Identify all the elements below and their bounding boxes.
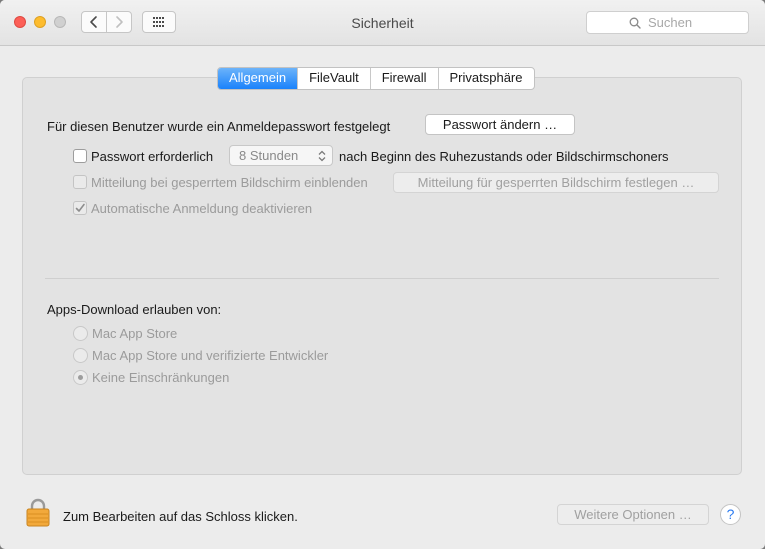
security-preferences-window: Sicherheit Allgemein FileVault Firewall … bbox=[0, 0, 765, 549]
require-password-checkbox[interactable] bbox=[73, 149, 87, 163]
auto-login-checkbox[interactable] bbox=[73, 201, 87, 215]
settings-panel bbox=[22, 77, 742, 475]
lock-icon[interactable] bbox=[26, 497, 50, 527]
radio-identified-developers[interactable] bbox=[73, 348, 88, 363]
radio-anywhere[interactable] bbox=[73, 370, 88, 385]
search-input[interactable] bbox=[646, 14, 748, 31]
radio-anywhere-label: Keine Einschränkungen bbox=[92, 370, 230, 385]
require-delay-popup[interactable]: 8 Stunden bbox=[229, 145, 333, 166]
radio-identified-developers-label: Mac App Store und verifizierte Entwickle… bbox=[92, 348, 329, 363]
section-divider bbox=[45, 278, 719, 279]
radio-mac-app-store[interactable] bbox=[73, 326, 88, 341]
more-options-button[interactable]: Weitere Optionen … bbox=[557, 504, 709, 525]
title-bar: Sicherheit bbox=[0, 0, 765, 46]
tab-firewall[interactable]: Firewall bbox=[369, 68, 438, 89]
require-password-suffix: nach Beginn des Ruhezustands oder Bildsc… bbox=[339, 149, 669, 164]
require-delay-value: 8 Stunden bbox=[239, 148, 299, 163]
password-set-text: Für diesen Benutzer wurde ein Anmeldepas… bbox=[47, 119, 391, 134]
search-icon bbox=[629, 17, 641, 29]
change-password-button[interactable]: Passwort ändern … bbox=[425, 114, 575, 135]
tab-allgemein[interactable]: Allgemein bbox=[218, 68, 298, 89]
apps-download-heading: Apps-Download erlauben von: bbox=[47, 302, 222, 317]
lock-message-checkbox[interactable] bbox=[73, 175, 87, 189]
require-password-label: Passwort erforderlich bbox=[91, 149, 214, 164]
set-lock-message-button[interactable]: Mitteilung für gesperrten Bildschirm fes… bbox=[393, 172, 719, 193]
lock-message-label: Mitteilung bei gesperrtem Bildschirm ein… bbox=[91, 175, 368, 190]
radio-mac-app-store-label: Mac App Store bbox=[92, 326, 178, 341]
checkmark-icon bbox=[75, 203, 85, 212]
search-field[interactable] bbox=[586, 11, 749, 34]
tab-privatsphaere[interactable]: Privatsphäre bbox=[437, 68, 534, 89]
tab-bar: Allgemein FileVault Firewall Privatsphär… bbox=[217, 67, 535, 90]
help-button[interactable]: ? bbox=[720, 504, 741, 525]
radio-selected-dot bbox=[78, 375, 83, 380]
auto-login-label: Automatische Anmeldung deaktivieren bbox=[91, 201, 313, 216]
tab-filevault[interactable]: FileVault bbox=[297, 68, 370, 89]
lock-hint-text: Zum Bearbeiten auf das Schloss klicken. bbox=[63, 509, 298, 524]
up-down-arrows-icon bbox=[318, 150, 326, 162]
